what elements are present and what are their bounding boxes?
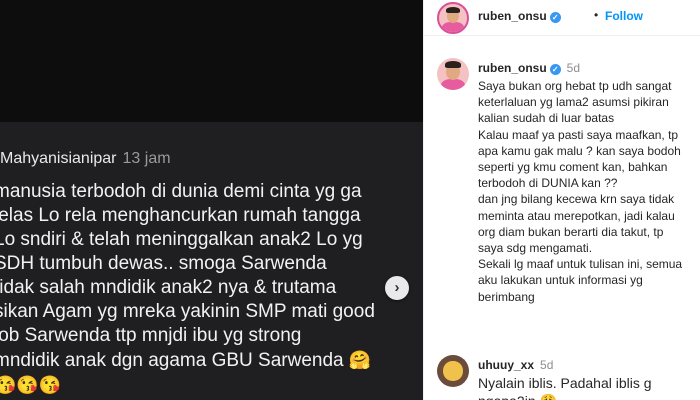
caption-line: aku lakukan untuk informasi yg [478,273,643,288]
caption-time: 5d [566,61,581,75]
comment-text-continued: ngapa2in 😩 [478,392,557,400]
caption-line: terbodoh di DUNIA kan ?? [478,176,618,191]
caption-line: dan jng bilang kecewa krn saya tidak [478,192,675,207]
kiss-emoji-icons: 😘😘😘 [0,375,62,395]
caption-avatar[interactable] [437,58,469,90]
embedded-comment-line: SDH tumbuh dewas.. smoga Sarwenda [0,253,327,274]
header-username-row: ruben_onsu ✓ [478,9,561,23]
caption-line: saya sdg mengamati. [478,241,593,256]
caption-line: keterlaluan yg lama2 asumsi pikiran [478,95,669,110]
caption-line: org diam bukan berarti dia takut, tp [478,224,664,239]
commenter-avatar[interactable] [437,355,469,387]
caption-line: meminta atau merepotkan, jadi kalau [478,208,675,223]
post-media: Mahyanisianipar 13 jam manusia terbodoh d… [0,0,423,400]
embedded-comment-line: jelas Lo rela menghancurkan rumah tangga [0,205,361,226]
embedded-comment-line: manusia terbodoh di dunia demi cinta yg … [0,181,362,202]
follow-button[interactable]: Follow [605,9,643,23]
caption-line: berimbang [478,289,535,304]
header-avatar[interactable] [437,2,469,34]
verified-badge-icon: ✓ [549,64,561,75]
embedded-comment-line: mndidik anak dgn agama GBU Sarwenda [0,350,344,371]
comment-username[interactable]: uhuuy_xx [478,358,534,372]
caption-line: seperti yg kmu coment kan, bahkan [478,160,668,175]
comment-header: uhuuy_xx 5d [478,358,553,372]
embedded-comment-header: Mahyanisianipar 13 jam [0,150,171,168]
embedded-comment-line: tidak salah mndidik anak2 nya & trutama [0,277,337,298]
comments-panel: ruben_onsu ✓ • Follow ruben_onsu ✓ 5d Saya … [423,0,700,400]
header-username[interactable]: ruben_onsu [478,9,547,23]
next-image-button[interactable]: › [385,276,409,300]
caption-line: kalian sudah di luar batas [478,111,615,126]
caption-username[interactable]: ruben_onsu [478,61,547,75]
verified-badge-icon: ✓ [549,12,561,23]
caption-line: Kalau maaf ya pasti saya maafkan, tp [478,127,679,142]
caption-line: apa kamu gak malu ? kan saya bodoh [478,143,681,158]
embedded-comment-time: 13 jam [122,150,171,167]
separator-dot: • [594,8,599,22]
embedded-comment-line: Lo sndiri & telah meninggalkan anak2 Lo … [0,229,363,250]
comment-time: 5d [540,358,554,372]
caption-header: ruben_onsu ✓ 5d [478,61,580,75]
embedded-comment-line: sikan Agam yg mreka yakinin SMP mati goo… [0,301,375,322]
comment-text: Nyalain iblis. Padahal iblis g [478,375,652,391]
hugging-emoji-icon: 🤗 [348,350,372,370]
embedded-comment-username: Mahyanisianipar [0,150,117,167]
caption-line: Sekali lg maaf untuk tulisan ini, semua [478,257,683,272]
caption-line: Saya bukan org hebat tp udh sangat [478,79,672,93]
caption-text: Saya bukan org hebat tp udh sangat keter… [478,78,700,305]
embedded-comment-text: manusia terbodoh di dunia demi cinta yg … [0,180,423,397]
post-header: ruben_onsu ✓ • Follow [424,0,700,36]
embedded-comment-line: job Sarwenda ttp mnjdi ibu yg strong [0,325,302,346]
embedded-comment-line-with-emoji: mndidik anak dgn agama GBU Sarwenda 🤗 [0,348,423,373]
